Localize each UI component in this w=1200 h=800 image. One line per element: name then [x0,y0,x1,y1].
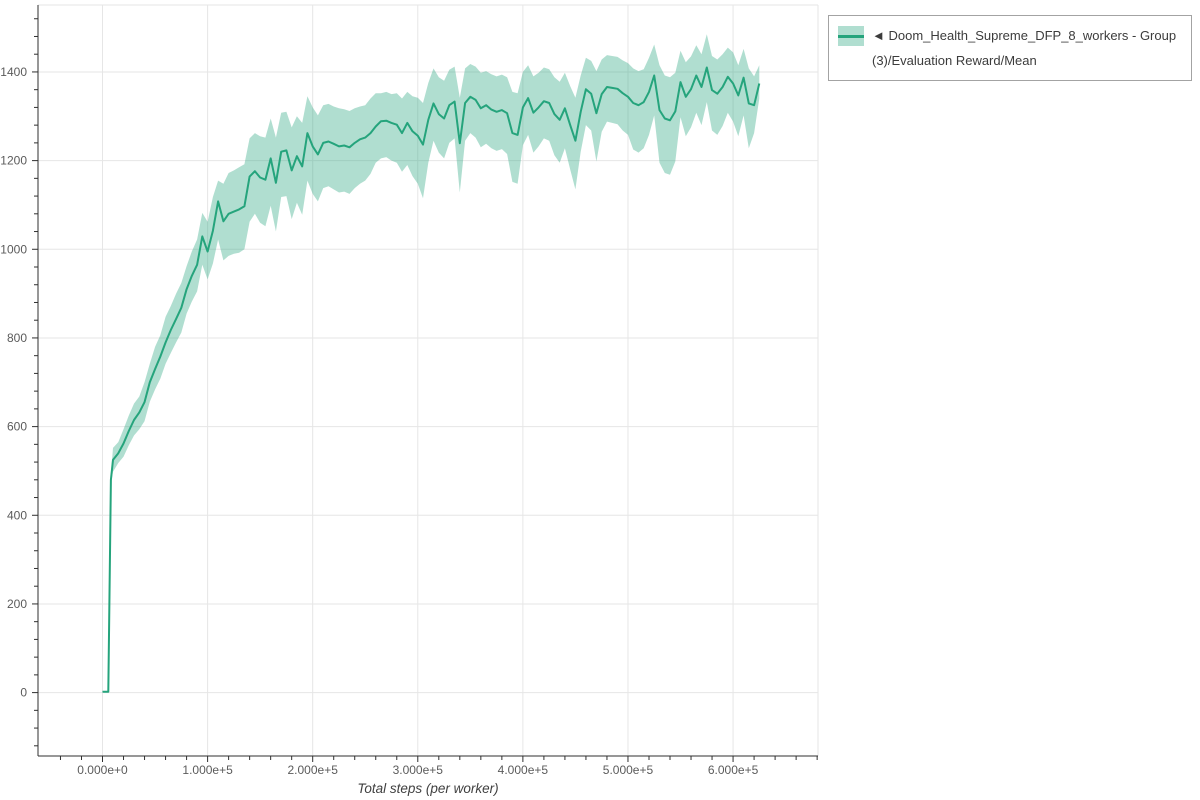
legend-collapse-icon[interactable]: ◄ [872,28,885,43]
y-tick-label: 800 [7,331,27,345]
y-tick-label: 400 [7,508,27,522]
legend-label: Doom_Health_Supreme_DFP_8_workers - Grou… [872,28,1176,68]
tick-labels: 0.000e+0 1.000e+5 2.000e+5 3.000e+5 4.000e+5… [0,65,758,777]
confidence-band [103,34,760,691]
legend-line-icon [838,35,864,38]
line-chart: 0.000e+0 1.000e+5 2.000e+5 3.000e+5 4.000e+5… [0,0,840,800]
x-tick-label: 3.000e+5 [393,763,444,777]
y-tick-label: 0 [20,686,27,700]
legend-swatch [838,26,864,46]
x-tick-label: 5.000e+5 [603,763,654,777]
y-tick-label: 600 [7,420,27,434]
x-tick-label: 0.000e+0 [77,763,128,777]
y-tick-label: 1000 [0,242,27,256]
y-tick-label: 200 [7,597,27,611]
x-tick-label: 2.000e+5 [287,763,338,777]
x-tick-label: 1.000e+5 [182,763,233,777]
y-tick-label: 1400 [0,65,27,79]
x-tick-label: 6.000e+5 [708,763,759,777]
x-axis-title: Total steps (per worker) [357,781,498,796]
legend-entry: ◄ Doom_Health_Supreme_DFP_8_workers - Gr… [872,23,1182,73]
x-tick-label: 4.000e+5 [498,763,549,777]
y-tick-label: 1200 [0,154,27,168]
legend-box[interactable]: ◄ Doom_Health_Supreme_DFP_8_workers - Gr… [828,15,1192,81]
page: 0.000e+0 1.000e+5 2.000e+5 3.000e+5 4.000e+5… [0,0,1200,800]
